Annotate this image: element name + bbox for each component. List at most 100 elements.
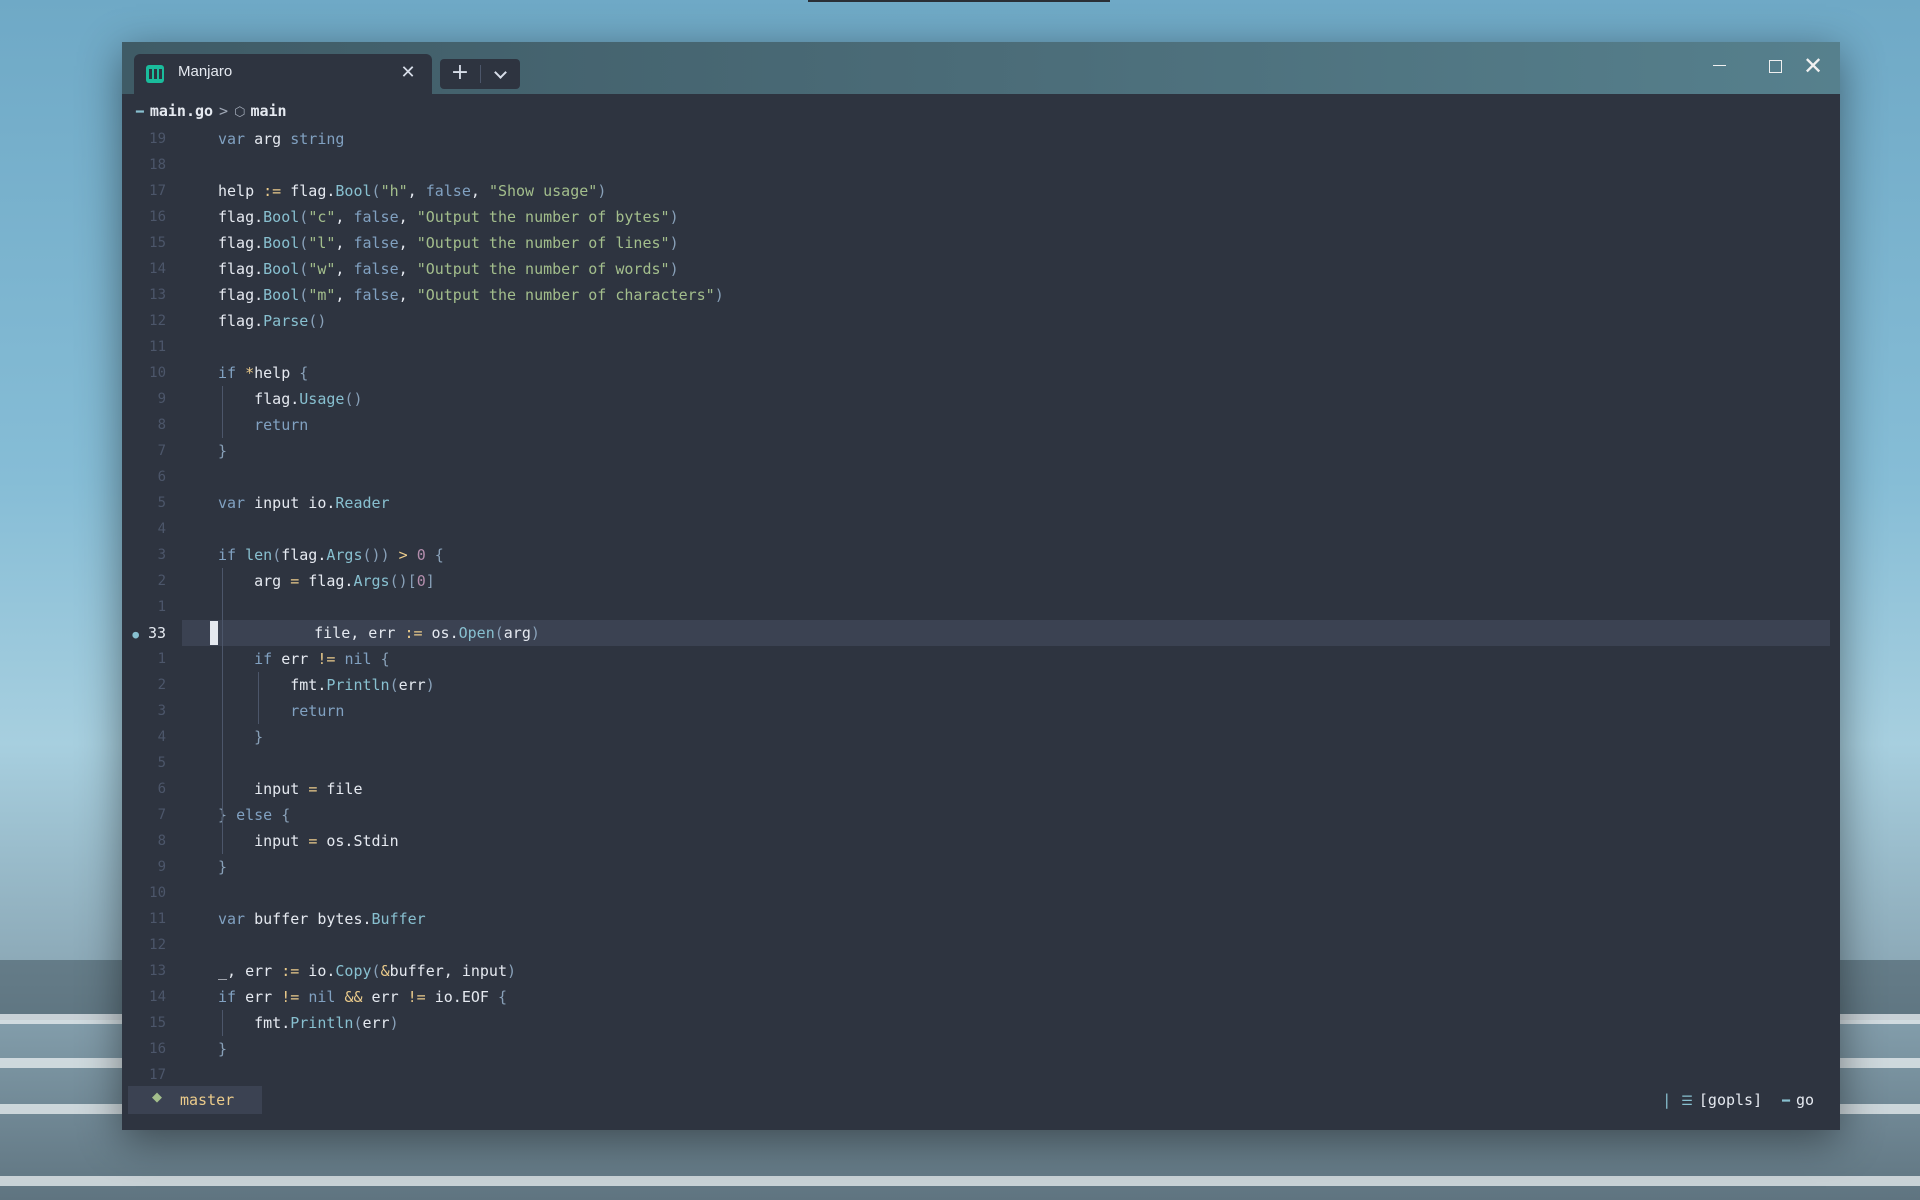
status-separator: | [1662, 1091, 1672, 1109]
line-number: 1 [157, 651, 166, 667]
code-line[interactable]: 6 [122, 464, 1840, 490]
code-line[interactable]: 9} [122, 854, 1840, 880]
line-number: 5 [157, 755, 166, 771]
code-line[interactable]: 7} [122, 438, 1840, 464]
indent-guide [222, 568, 223, 854]
code-text: file, err := os.Open(arg) [278, 624, 540, 642]
title-bar[interactable]: Manjaro ✕ + ✕ [122, 42, 1840, 94]
line-number: 15 [149, 1015, 166, 1031]
code-line[interactable]: 8 return [122, 412, 1840, 438]
branch-indicator[interactable]: ◆ master [128, 1086, 262, 1114]
code-line[interactable]: 7 } else { [122, 802, 1840, 828]
code-text: flag.Bool("w", false, "Output the number… [218, 260, 679, 278]
tab-title: Manjaro [178, 63, 233, 80]
code-line[interactable]: 17 help := flag.Bool("h", false, "Show us… [122, 178, 1840, 204]
code-line[interactable]: 1 if err != nil { [122, 646, 1840, 672]
line-number: 10 [149, 365, 166, 381]
desktop-stripe [0, 1176, 1920, 1186]
code-line[interactable]: 14 if err != nil && err != io.EOF { [122, 984, 1840, 1010]
minimize-button[interactable] [1696, 50, 1742, 82]
breadcrumb: ━ main.go > ⬡ main [136, 100, 287, 122]
code-line[interactable]: 2 arg = flag.Args()[0] [122, 568, 1840, 594]
code-text: var input io.Reader [218, 494, 390, 512]
line-number: 11 [149, 911, 166, 927]
module-icon: ⬡ [234, 105, 246, 120]
code-line[interactable]: 4 [122, 516, 1840, 542]
code-editor[interactable]: 19 var arg string 18 17 help := flag.Bool("h… [122, 126, 1840, 1126]
breadcrumb-separator: > [219, 102, 229, 120]
code-line[interactable]: 5 var input io.Reader [122, 490, 1840, 516]
line-number: ● 33 [122, 620, 166, 648]
code-text: var arg string [218, 130, 345, 148]
line-number: 11 [149, 339, 166, 355]
branch-name: master [180, 1091, 235, 1109]
status-bar: ◆ master | ☰ [gopls] ━ go [128, 1086, 1834, 1114]
close-window-button[interactable]: ✕ [1790, 50, 1836, 82]
code-line[interactable]: 3 return [122, 698, 1840, 724]
code-line[interactable]: 19 var arg string [122, 126, 1840, 152]
manjaro-logo-icon [146, 65, 164, 83]
line-number: 10 [149, 885, 166, 901]
line-number: 12 [149, 313, 166, 329]
code-text: flag.Usage() [218, 390, 363, 408]
line-number: 12 [149, 937, 166, 953]
tab-manjaro[interactable]: Manjaro ✕ [134, 54, 432, 94]
code-line[interactable]: 15 flag.Bool("l", false, "Output the numb… [122, 230, 1840, 256]
code-line[interactable]: 12 [122, 932, 1840, 958]
code-line[interactable]: 16} [122, 1036, 1840, 1062]
code-line[interactable]: 8 input = os.Stdin [122, 828, 1840, 854]
lsp-status[interactable]: [gopls] [1699, 1091, 1762, 1109]
code-line[interactable]: 11 [122, 334, 1840, 360]
line-number: 7 [157, 807, 166, 823]
line-number: 13 [149, 963, 166, 979]
desktop-top-bar [808, 0, 1110, 2]
close-tab-icon[interactable]: ✕ [398, 63, 418, 83]
code-line[interactable]: 16 flag.Bool("c", false, "Output the numb… [122, 204, 1840, 230]
code-line[interactable]: 13 _, err := io.Copy(&buffer, input) [122, 958, 1840, 984]
line-number: 8 [157, 417, 166, 433]
breadcrumb-symbol[interactable]: main [250, 102, 286, 120]
code-line[interactable]: 2 fmt.Println(err) [122, 672, 1840, 698]
code-line[interactable]: 9 flag.Usage() [122, 386, 1840, 412]
line-number: 2 [157, 677, 166, 693]
code-line[interactable]: 6 input = file [122, 776, 1840, 802]
chevron-down-icon[interactable] [480, 59, 520, 89]
code-line[interactable]: 17 [122, 1062, 1840, 1088]
filetype[interactable]: go [1796, 1091, 1814, 1109]
code-line[interactable]: 12 flag.Parse() [122, 308, 1840, 334]
lightbulb-icon[interactable]: ● [132, 628, 139, 641]
current-line[interactable]: ● 33 file, err := os.Open(arg) [132, 620, 1830, 646]
code-line[interactable]: 11 var buffer bytes.Buffer [122, 906, 1840, 932]
line-number: 9 [157, 859, 166, 875]
new-tab-button[interactable]: + [440, 59, 480, 89]
line-number: 15 [149, 235, 166, 251]
indent-guide [222, 386, 223, 438]
line-number: 7 [157, 443, 166, 459]
line-number: 2 [157, 573, 166, 589]
code-line[interactable]: 14 flag.Bool("w", false, "Output the numb… [122, 256, 1840, 282]
code-line[interactable]: 15 fmt.Println(err) [122, 1010, 1840, 1036]
code-line[interactable]: 13 flag.Bool("m", false, "Output the numb… [122, 282, 1840, 308]
code-line[interactable]: 1 [122, 594, 1840, 620]
code-text: _, err := io.Copy(&buffer, input) [218, 962, 517, 980]
code-text: fmt.Println(err) [218, 1014, 399, 1032]
line-number: 4 [157, 729, 166, 745]
line-number: 9 [157, 391, 166, 407]
line-number: 8 [157, 833, 166, 849]
code-line[interactable]: 18 [122, 152, 1840, 178]
code-line[interactable]: 10 [122, 880, 1840, 906]
line-number: 6 [157, 469, 166, 485]
code-line[interactable]: 3 if len(flag.Args()) > 0 { [122, 542, 1840, 568]
code-line[interactable]: 5 [122, 750, 1840, 776]
line-number: 16 [149, 209, 166, 225]
status-right: | ☰ [gopls] ━ go [1662, 1088, 1814, 1112]
line-number: 16 [149, 1041, 166, 1057]
breadcrumb-file[interactable]: main.go [150, 102, 213, 120]
code-text: arg = flag.Args()[0] [218, 572, 435, 590]
code-line[interactable]: 4 } [122, 724, 1840, 750]
code-line[interactable]: 10 if *help { [122, 360, 1840, 386]
line-number: 19 [149, 131, 166, 147]
line-number: 3 [157, 703, 166, 719]
code-text: } else { [218, 806, 291, 824]
code-text: help := flag.Bool("h", false, "Show usag… [218, 182, 607, 200]
